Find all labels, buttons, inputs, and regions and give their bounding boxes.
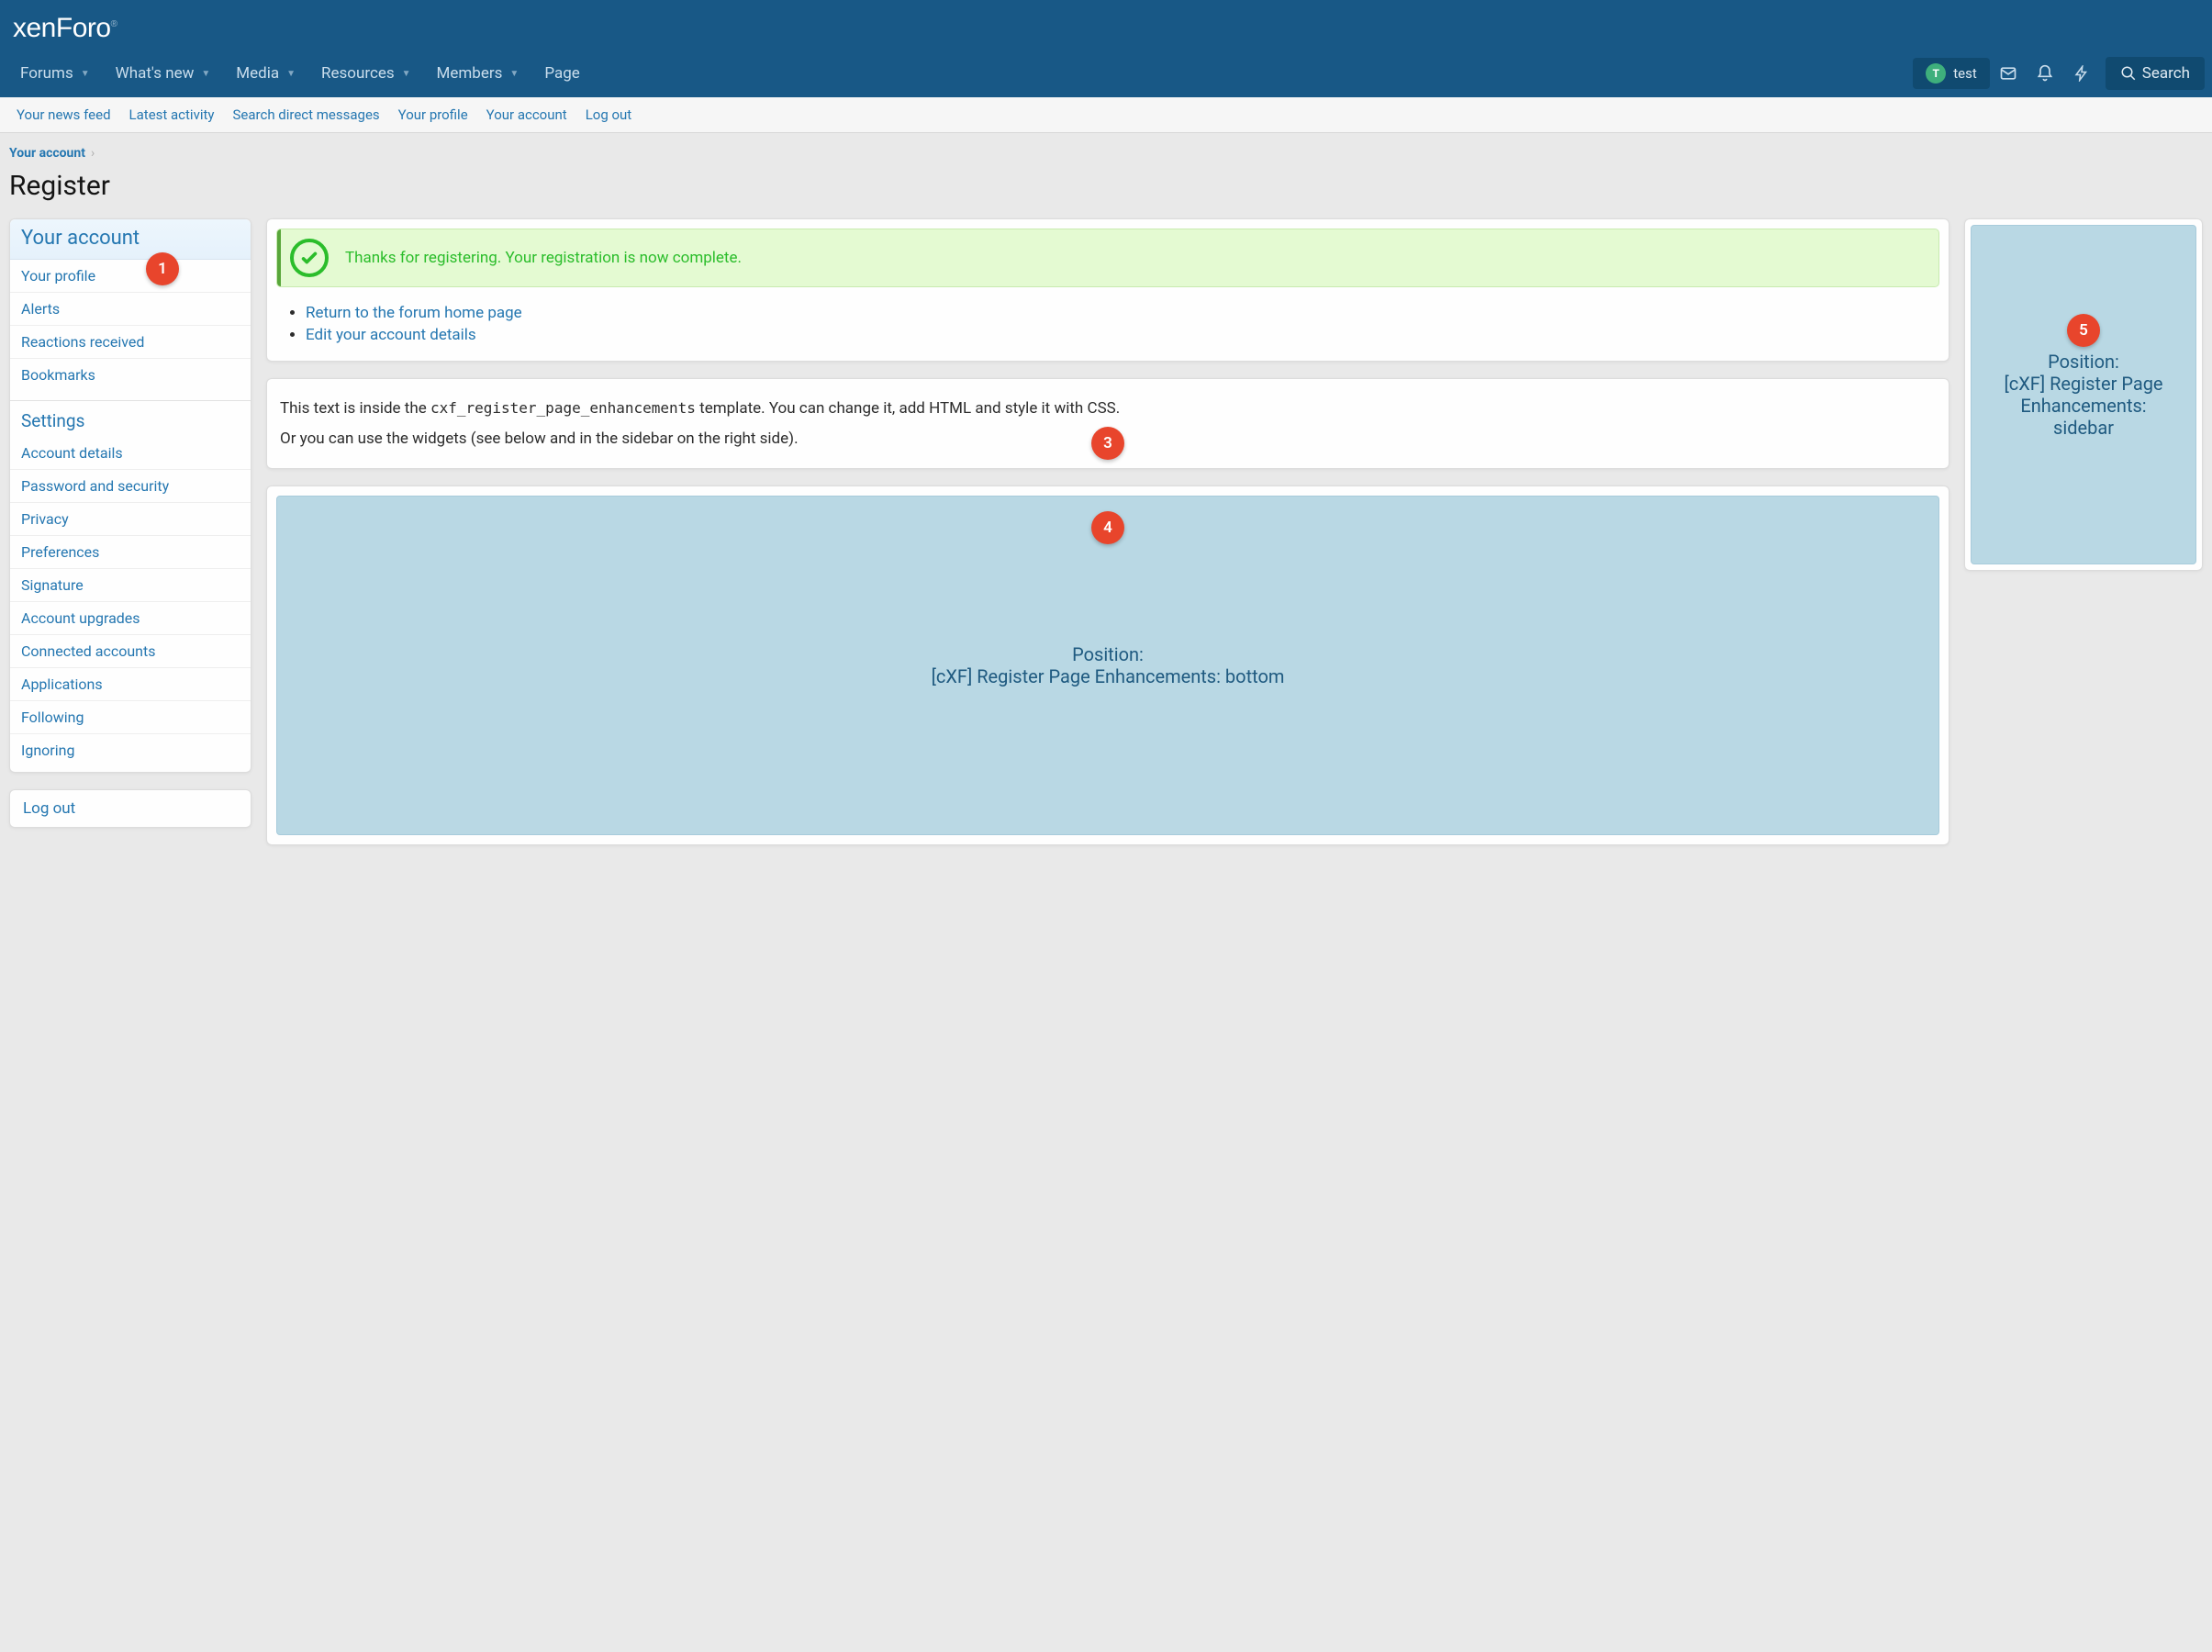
annotation-badge-4: 4	[1091, 511, 1124, 544]
breadcrumb-account[interactable]: Your account	[9, 146, 85, 161]
sidebar-item-signature[interactable]: Signature	[10, 569, 251, 601]
sidebar-item-privacy[interactable]: Privacy	[10, 503, 251, 535]
info-paragraph-1: This text is inside the cxf_register_pag…	[280, 397, 1936, 420]
account-sidebar: Your account 1 Your profile Alerts React…	[9, 218, 251, 828]
inbox-icon[interactable]	[1990, 55, 2027, 92]
subnav-newsfeed[interactable]: Your news feed	[9, 105, 118, 125]
nav-tab-page[interactable]: Page	[531, 50, 592, 97]
subnav-latest[interactable]: Latest activity	[122, 105, 222, 125]
lightning-icon[interactable]	[2063, 55, 2100, 92]
sidebar-item-applications[interactable]: Applications	[10, 668, 251, 700]
info-block: 3 This text is inside the cxf_register_p…	[266, 378, 1949, 469]
nav-tab-resources[interactable]: Resources ▼	[308, 50, 424, 97]
nav-tab-label: What's new	[116, 64, 195, 83]
logo-text: xenForo®	[13, 13, 117, 44]
widget-label-line2: [cXF] Register Page Enhancements: bottom	[932, 665, 1285, 687]
layout: Your account 1 Your profile Alerts React…	[9, 218, 2203, 845]
nav-right: T test Search	[1913, 50, 2212, 97]
nav-tab-label: Page	[544, 64, 579, 83]
main-column: Thanks for registering. Your registratio…	[266, 218, 1949, 845]
notice-accent	[277, 229, 281, 286]
account-nav-block: Your account 1 Your profile Alerts React…	[9, 218, 251, 773]
nav-tab-forums[interactable]: Forums ▼	[7, 50, 103, 97]
page-container: Your account › Register Your account 1 Y…	[0, 133, 2212, 873]
sidebar-item-alerts[interactable]: Alerts	[10, 293, 251, 325]
breadcrumb: Your account ›	[9, 146, 2203, 161]
annotation-badge-1: 1	[146, 252, 179, 285]
nav-tabs: Forums ▼ What's new ▼ Media ▼ Resources ▼ Me…	[0, 50, 1913, 97]
sidebar-item-ignoring[interactable]: Ignoring	[10, 734, 251, 766]
sidebar-item-reactions[interactable]: Reactions received	[10, 326, 251, 358]
search-label: Search	[2142, 64, 2190, 83]
sidebar-item-upgrades[interactable]: Account upgrades	[10, 602, 251, 634]
subnav-logout[interactable]: Log out	[578, 105, 640, 125]
nav-tab-members[interactable]: Members ▼	[424, 50, 532, 97]
sidebar-item-following[interactable]: Following	[10, 701, 251, 733]
widget-label-line1: Position:	[1072, 643, 1144, 665]
nav-tab-label: Members	[437, 64, 503, 83]
chevron-right-icon: ›	[91, 146, 95, 161]
page-title: Register	[9, 170, 2203, 202]
bell-icon[interactable]	[2027, 55, 2063, 92]
widget-sidebar: 5 Position: [cXF] Register Page Enhancem…	[1971, 225, 2196, 564]
chevron-down-icon: ▼	[509, 69, 519, 79]
edit-account-link[interactable]: Edit your account details	[306, 326, 476, 344]
nav-tab-label: Forums	[20, 64, 73, 83]
return-home-link[interactable]: Return to the forum home page	[306, 304, 522, 322]
primary-nav: Forums ▼ What's new ▼ Media ▼ Resources ▼ Me…	[0, 50, 2212, 97]
chevron-down-icon: ▼	[201, 69, 210, 79]
account-nav-header: Your account	[10, 219, 251, 260]
next-steps-list: Return to the forum home page Edit your …	[267, 296, 1949, 361]
nav-tab-label: Resources	[321, 64, 395, 83]
annotation-badge-3: 3	[1091, 427, 1124, 460]
account-nav-list: Your profile Alerts Reactions received B…	[10, 260, 251, 396]
register-complete-block: Thanks for registering. Your registratio…	[266, 218, 1949, 362]
template-name-code: cxf_register_page_enhancements	[430, 399, 696, 417]
sub-nav: Your news feed Latest activity Search di…	[0, 97, 2212, 133]
settings-list: Account details Password and security Pr…	[10, 437, 251, 772]
sidebar-item-preferences[interactable]: Preferences	[10, 536, 251, 568]
list-item: Edit your account details	[306, 324, 1939, 346]
sidebar-item-bookmarks[interactable]: Bookmarks	[10, 359, 251, 391]
text-span: This text is inside the	[280, 399, 430, 418]
annotation-badge-5: 5	[2067, 314, 2100, 347]
nav-tab-whatsnew[interactable]: What's new ▼	[103, 50, 224, 97]
notice-text: Thanks for registering. Your registratio…	[345, 249, 742, 267]
chevron-down-icon: ▼	[81, 69, 90, 79]
widget-label-line2: [cXF] Register Page Enhancements: sideba…	[1990, 373, 2177, 439]
right-sidebar: 5 Position: [cXF] Register Page Enhancem…	[1964, 218, 2203, 571]
settings-heading: Settings	[10, 401, 251, 437]
check-circle-icon	[290, 239, 329, 277]
bottom-widget-block: 4 Position: [cXF] Register Page Enhancem…	[266, 486, 1949, 845]
logout-block: Log out	[9, 789, 251, 828]
widget-label-line1: Position:	[2048, 351, 2119, 373]
chevron-down-icon: ▼	[286, 69, 296, 79]
user-menu[interactable]: T test	[1913, 58, 1990, 89]
list-item: Return to the forum home page	[306, 302, 1939, 324]
username: test	[1953, 65, 1977, 82]
nav-tab-media[interactable]: Media ▼	[223, 50, 308, 97]
nav-tab-label: Media	[236, 64, 279, 83]
subnav-dms[interactable]: Search direct messages	[226, 105, 387, 125]
text-span: template. You can change it, add HTML an…	[696, 399, 1120, 418]
logout-link[interactable]: Log out	[10, 790, 251, 827]
search-icon	[2120, 65, 2137, 82]
sidebar-item-password[interactable]: Password and security	[10, 470, 251, 502]
chevron-down-icon: ▼	[402, 69, 411, 79]
sidebar-widget-block: 5 Position: [cXF] Register Page Enhancem…	[1964, 218, 2203, 571]
subnav-profile[interactable]: Your profile	[391, 105, 475, 125]
sidebar-item-account-details[interactable]: Account details	[10, 437, 251, 469]
subnav-account[interactable]: Your account	[479, 105, 575, 125]
success-notice: Thanks for registering. Your registratio…	[276, 229, 1939, 287]
widget-bottom: 4 Position: [cXF] Register Page Enhancem…	[276, 496, 1939, 835]
avatar: T	[1926, 63, 1946, 84]
search-button[interactable]: Search	[2106, 57, 2205, 90]
sidebar-item-profile[interactable]: Your profile	[10, 260, 251, 292]
logo[interactable]: xenForo®	[0, 0, 2212, 50]
sidebar-item-connected[interactable]: Connected accounts	[10, 635, 251, 667]
site-header: xenForo® Forums ▼ What's new ▼ Media ▼ Reso…	[0, 0, 2212, 97]
